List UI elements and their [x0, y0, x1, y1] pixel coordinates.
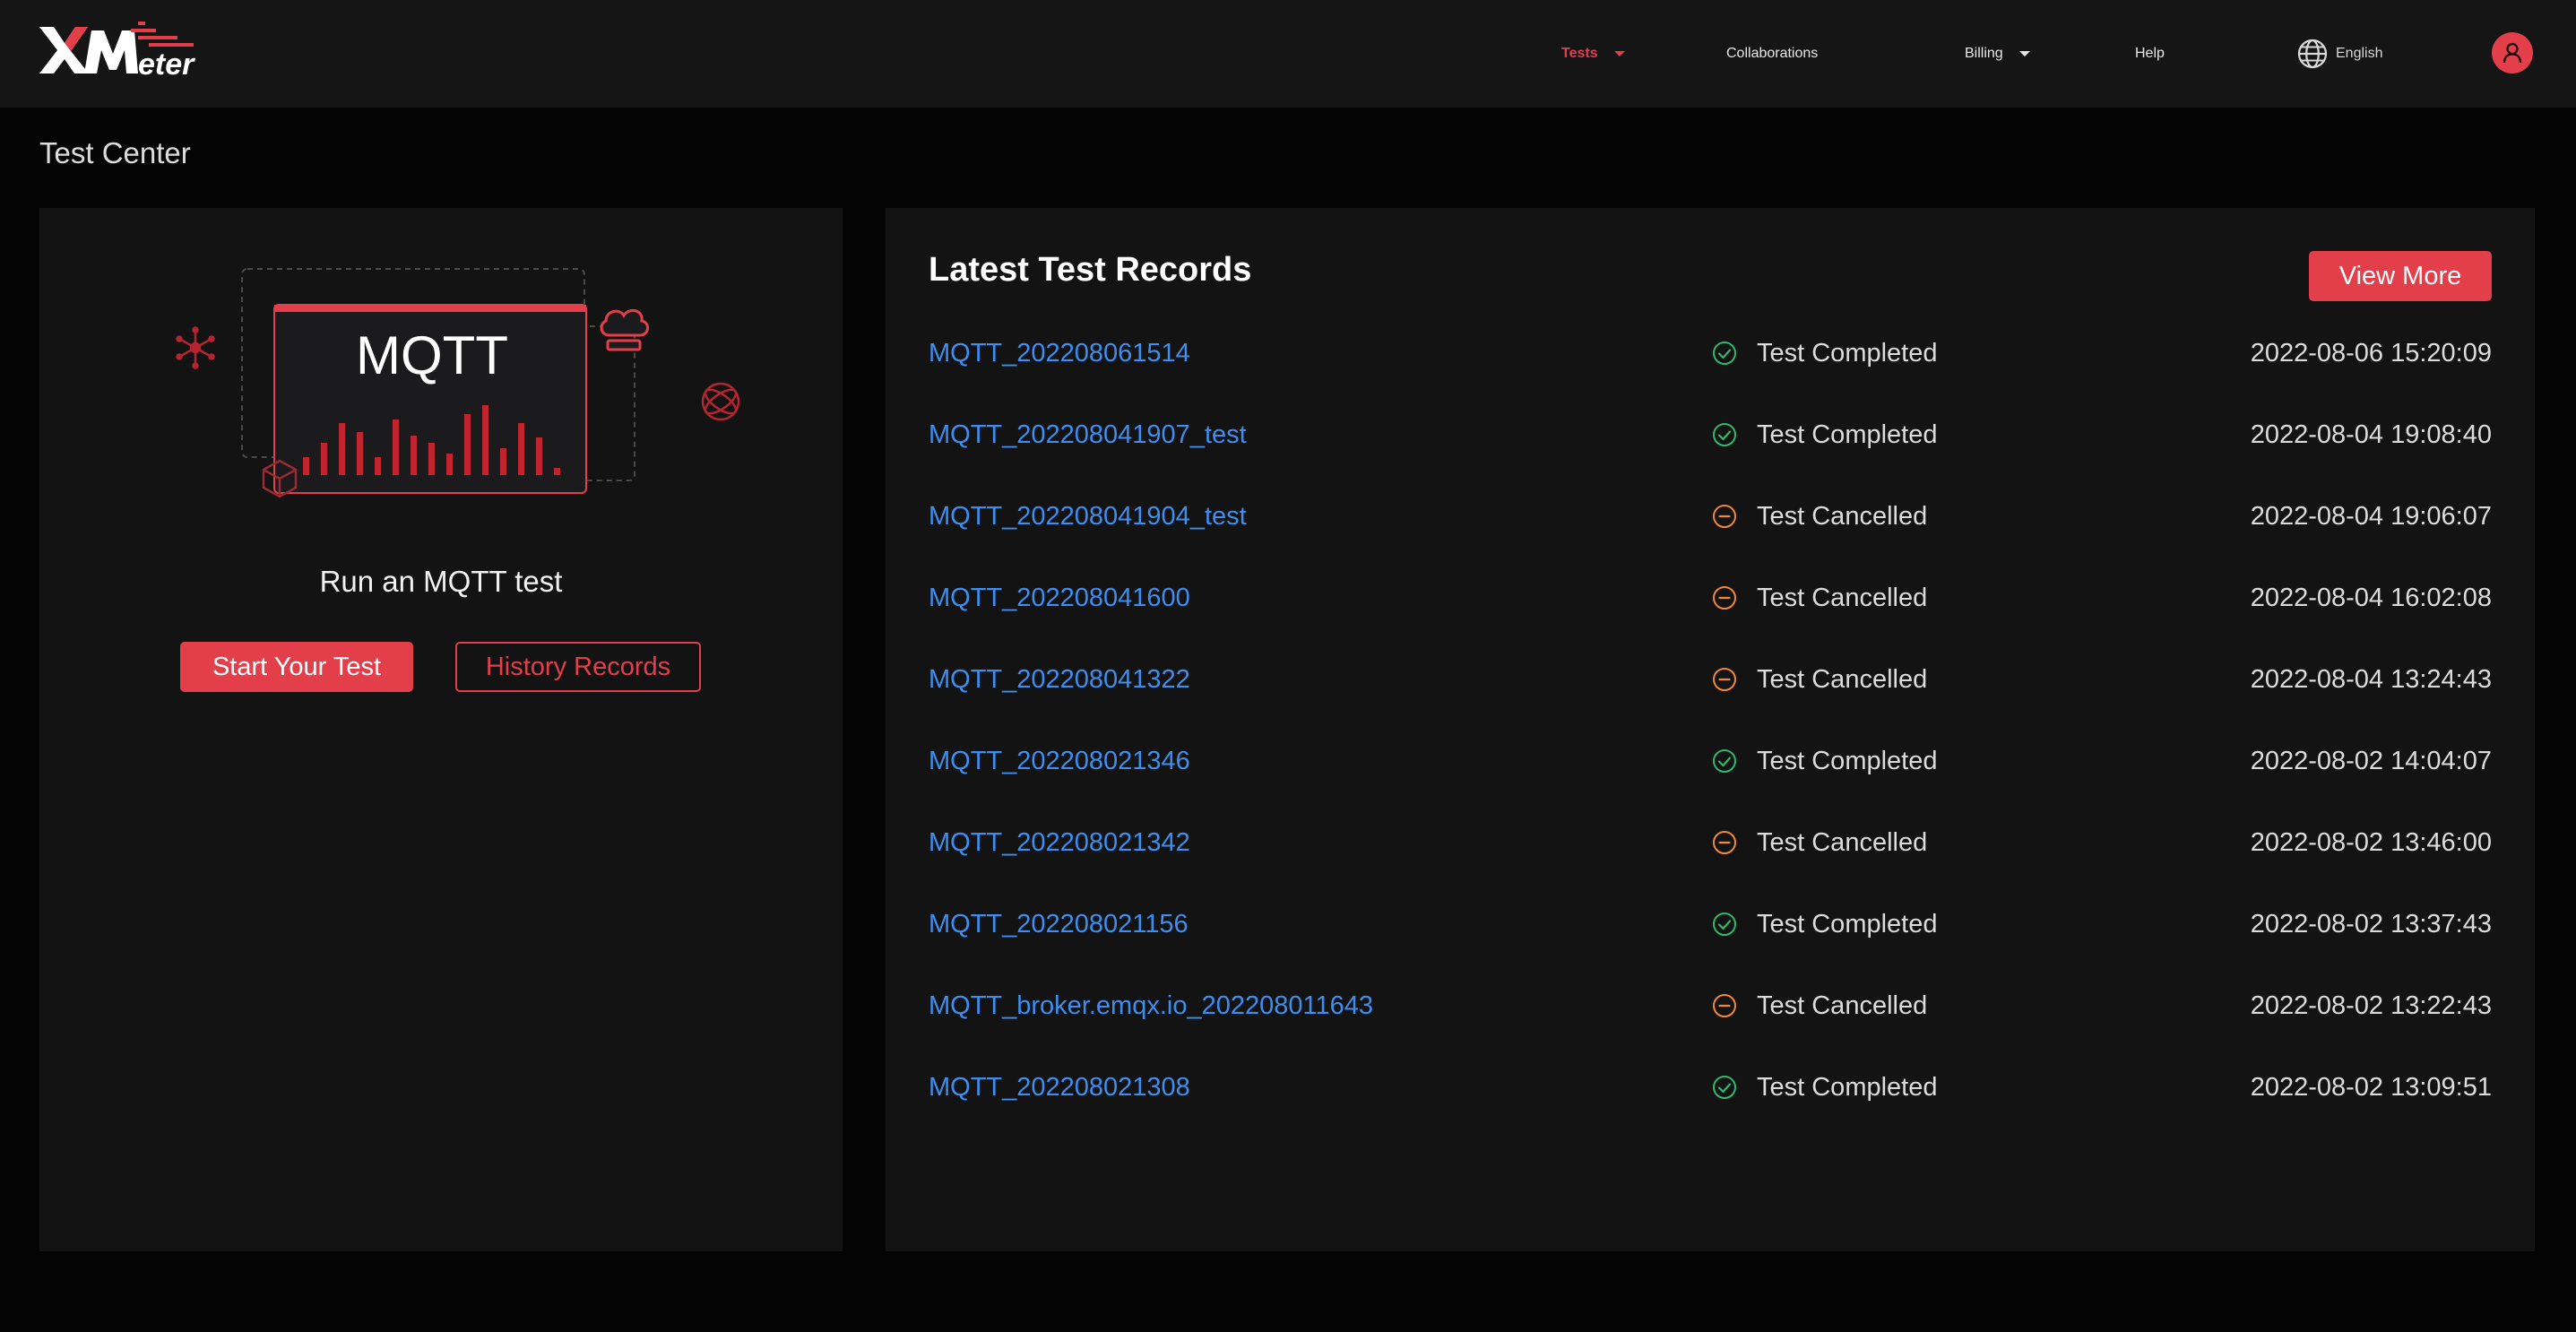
record-row: MQTT_202208021346 Test Completed 2022-08-0…: [929, 734, 2492, 788]
record-status: Test Completed: [1712, 326, 1938, 380]
nav-collaborations-label: Collaborations: [1726, 46, 1819, 61]
user-avatar[interactable]: [2492, 32, 2533, 74]
record-timestamp: 2022-08-02 13:46:00: [2250, 828, 2492, 857]
nav-collaborations[interactable]: Collaborations: [1726, 0, 1818, 108]
record-status: Test Cancelled: [1712, 489, 1927, 543]
record-timestamp: 2022-08-02 13:22:43: [2250, 991, 2492, 1020]
record-name-link[interactable]: MQTT_broker.emqx.io_202208011643: [929, 979, 1373, 1033]
record-name-link[interactable]: MQTT_202208041600: [929, 571, 1190, 625]
record-row: MQTT_202208061514 Test Completed 2022-08-0…: [929, 326, 2492, 380]
record-status: Test Completed: [1712, 734, 1938, 788]
check-circle-icon: [1713, 913, 1736, 936]
top-navigation-bar: eter Tests Collaborations Billing Help E…: [0, 0, 2576, 108]
record-row: MQTT_broker.emqx.io_202208011643 Test Can…: [929, 979, 2492, 1033]
record-status-label: Test Cancelled: [1757, 827, 1928, 857]
check-circle-icon: [1713, 342, 1736, 365]
minus-circle-icon: [1713, 668, 1736, 691]
record-status-label: Test Completed: [1757, 746, 1938, 775]
record-name-link[interactable]: MQTT_202208021346: [929, 734, 1190, 788]
record-name-link[interactable]: MQTT_202208021342: [929, 816, 1190, 869]
illustration-label: MQTT: [356, 325, 508, 385]
start-test-button[interactable]: Start Your Test: [180, 642, 413, 692]
check-circle-icon: [1713, 1076, 1736, 1099]
record-timestamp: 2022-08-02 13:37:43: [2250, 910, 2492, 938]
nav-tests[interactable]: Tests: [1561, 0, 1625, 108]
minus-circle-icon: [1713, 831, 1736, 854]
record-status: Test Completed: [1712, 408, 1938, 462]
record-status: Test Cancelled: [1712, 653, 1927, 706]
history-records-button[interactable]: History Records: [455, 642, 701, 692]
record-name-link[interactable]: MQTT_202208041907_test: [929, 408, 1247, 462]
record-status: Test Cancelled: [1712, 816, 1927, 869]
record-name-link[interactable]: MQTT_202208021156: [929, 897, 1189, 951]
chevron-down-icon: [1613, 51, 1625, 56]
mqtt-illustration: MQTT: [174, 253, 765, 540]
record-timestamp: 2022-08-06 15:20:09: [2250, 339, 2492, 368]
check-circle-icon: [1713, 749, 1736, 773]
record-status: Test Completed: [1712, 897, 1938, 951]
nav-billing-label: Billing: [1965, 46, 2003, 61]
records-title: Latest Test Records: [929, 251, 1252, 289]
globe-icon: [2297, 39, 2328, 69]
minus-circle-icon: [1713, 505, 1736, 528]
record-status-label: Test Cancelled: [1757, 583, 1928, 612]
record-status-label: Test Completed: [1757, 909, 1938, 938]
check-circle-icon: [1713, 423, 1736, 446]
record-status-label: Test Completed: [1757, 419, 1938, 449]
record-timestamp: 2022-08-04 13:24:43: [2250, 665, 2492, 694]
record-timestamp: 2022-08-04 16:02:08: [2250, 584, 2492, 612]
run-test-panel: MQTT Run an MQTT test Start Your Test Hi…: [39, 208, 843, 1251]
latest-records-panel: Latest Test Records View More MQTT_20220…: [886, 208, 2535, 1251]
record-name-link[interactable]: MQTT_202208041904_test: [929, 489, 1247, 543]
record-status-label: Test Completed: [1757, 1072, 1938, 1102]
user-icon: [2503, 42, 2522, 64]
record-status: Test Cancelled: [1712, 979, 1927, 1033]
record-timestamp: 2022-08-02 14:04:07: [2250, 747, 2492, 775]
record-status: Test Completed: [1712, 1060, 1938, 1114]
nav-help-label: Help: [2135, 46, 2165, 61]
run-test-label: Run an MQTT test: [319, 565, 563, 598]
page-title: Test Center: [39, 136, 191, 169]
record-row: MQTT_202208021308 Test Completed 2022-08-0…: [929, 1060, 2492, 1114]
record-timestamp: 2022-08-02 13:09:51: [2250, 1073, 2492, 1102]
record-row: MQTT_202208021156 Test Completed 2022-08-0…: [929, 897, 2492, 951]
record-name-link[interactable]: MQTT_202208061514: [929, 326, 1190, 380]
nav-tests-label: Tests: [1561, 46, 1598, 61]
record-name-link[interactable]: MQTT_202208021308: [929, 1060, 1190, 1114]
record-status-label: Test Completed: [1757, 338, 1938, 368]
record-status-label: Test Cancelled: [1757, 664, 1928, 694]
record-status-label: Test Cancelled: [1757, 990, 1928, 1020]
record-row: MQTT_202208041904_test Test Cancelled 2022…: [929, 489, 2492, 543]
svg-text:eter: eter: [138, 48, 195, 79]
nav-help[interactable]: Help: [2135, 0, 2165, 108]
record-row: MQTT_202208041600 Test Cancelled 2022-08-0…: [929, 571, 2492, 625]
language-switcher[interactable]: English: [2296, 0, 2382, 108]
record-row: MQTT_202208041907_test Test Completed 2022…: [929, 408, 2492, 462]
chevron-down-icon: [2018, 51, 2030, 56]
record-status-label: Test Cancelled: [1757, 501, 1928, 531]
record-timestamp: 2022-08-04 19:06:07: [2250, 502, 2492, 531]
view-more-button[interactable]: View More: [2309, 251, 2492, 301]
record-status: Test Cancelled: [1712, 571, 1927, 625]
minus-circle-icon: [1713, 994, 1736, 1017]
record-row: MQTT_202208041322 Test Cancelled 2022-08-0…: [929, 653, 2492, 706]
record-timestamp: 2022-08-04 19:08:40: [2250, 420, 2492, 449]
record-row: MQTT_202208021342 Test Cancelled 2022-08-0…: [929, 816, 2492, 869]
minus-circle-icon: [1713, 586, 1736, 610]
xmeter-logo[interactable]: eter: [38, 20, 208, 82]
language-label: English: [2336, 46, 2383, 61]
record-name-link[interactable]: MQTT_202208041322: [929, 653, 1190, 706]
nav-billing[interactable]: Billing: [1965, 0, 2030, 108]
